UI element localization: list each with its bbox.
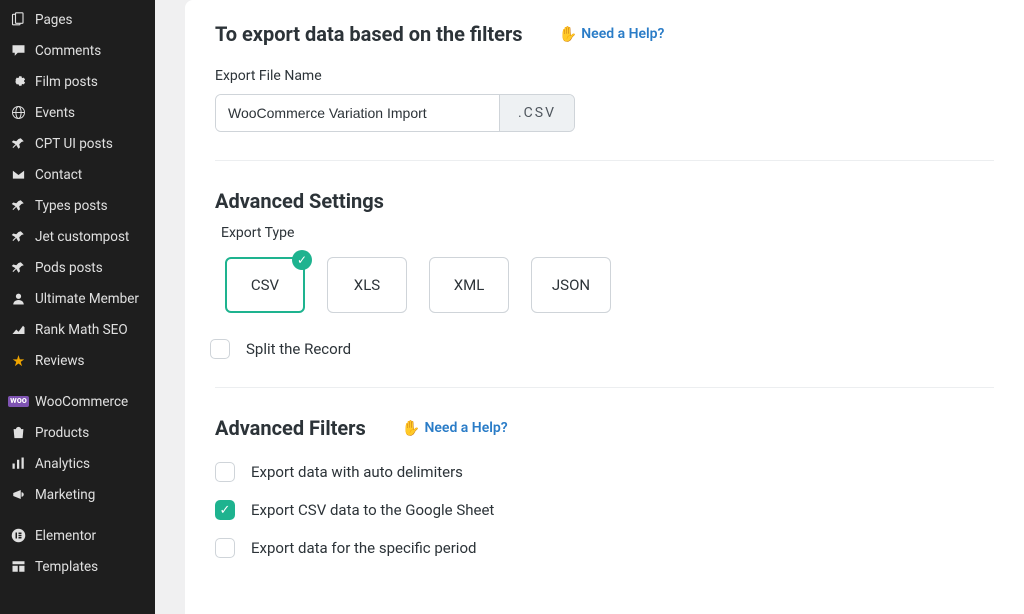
export-type-json[interactable]: JSON xyxy=(531,257,611,313)
help-link[interactable]: ✋ Need a Help? xyxy=(559,25,665,43)
filter-auto-delimiters-row: Export data with auto delimiters xyxy=(215,462,994,482)
sidebar-item-analytics[interactable]: Analytics xyxy=(0,448,155,479)
sidebar-item-label: Contact xyxy=(35,167,82,183)
filter-google-sheet-checkbox[interactable]: ✓ xyxy=(215,500,235,520)
woocommerce-icon: woo xyxy=(10,393,27,410)
pin-icon xyxy=(10,228,27,245)
sidebar-item-templates[interactable]: Templates xyxy=(0,551,155,582)
globe-icon xyxy=(10,104,27,121)
bag-icon xyxy=(10,424,27,441)
export-type-row: CSV ✓ XLS XML JSON xyxy=(225,257,994,313)
sidebar-item-contact[interactable]: Contact xyxy=(0,159,155,190)
pages-icon xyxy=(10,11,27,28)
bars-icon xyxy=(10,455,27,472)
check-icon: ✓ xyxy=(292,250,312,270)
divider xyxy=(215,160,994,161)
sidebar-item-film-posts[interactable]: Film posts xyxy=(0,66,155,97)
advanced-settings-title: Advanced Settings xyxy=(215,189,994,213)
filter-auto-delimiters-checkbox[interactable] xyxy=(215,462,235,482)
help-link-filters[interactable]: ✋ Need a Help? xyxy=(402,419,508,437)
filename-extension: .CSV xyxy=(499,95,574,131)
sidebar-item-label: CPT UI posts xyxy=(35,136,113,152)
filter-label: Export data for the specific period xyxy=(251,539,476,557)
pin-icon xyxy=(10,197,27,214)
advanced-filters-title: Advanced Filters xyxy=(215,416,366,440)
sidebar-item-jet-custompost[interactable]: Jet custompost xyxy=(0,221,155,252)
sidebar-item-label: Marketing xyxy=(35,487,95,503)
pin-icon xyxy=(10,259,27,276)
sidebar-item-types-posts[interactable]: Types posts xyxy=(0,190,155,221)
sidebar-item-cpt-ui[interactable]: CPT UI posts xyxy=(0,128,155,159)
sidebar-item-elementor[interactable]: Elementor xyxy=(0,520,155,551)
filename-input[interactable] xyxy=(216,95,499,131)
sidebar-item-label: Pods posts xyxy=(35,260,103,276)
type-label: JSON xyxy=(552,276,590,294)
megaphone-icon xyxy=(10,486,27,503)
split-record-row: Split the Record xyxy=(210,339,994,359)
elementor-icon xyxy=(10,527,27,544)
user-icon xyxy=(10,290,27,307)
sidebar-item-label: Rank Math SEO xyxy=(35,322,128,338)
export-type-csv[interactable]: CSV ✓ xyxy=(225,257,305,313)
sidebar-item-label: Film posts xyxy=(35,74,98,90)
export-type-label: Export Type xyxy=(221,225,994,241)
gear-icon xyxy=(10,73,27,90)
sidebar-item-comments[interactable]: Comments xyxy=(0,35,155,66)
sidebar-item-products[interactable]: Products xyxy=(0,417,155,448)
help-label: Need a Help? xyxy=(581,26,664,42)
type-label: CSV xyxy=(251,276,279,294)
main-content: To export data based on the filters ✋ Ne… xyxy=(185,0,1024,614)
templates-icon xyxy=(10,558,27,575)
filter-specific-period-row: Export data for the specific period xyxy=(215,538,994,558)
hand-icon: ✋ xyxy=(559,25,578,43)
star-icon: ★ xyxy=(10,352,27,369)
filename-group: .CSV xyxy=(215,94,575,132)
filter-label: Export data with auto delimiters xyxy=(251,463,463,481)
pin-icon xyxy=(10,135,27,152)
divider xyxy=(215,387,994,388)
sidebar-item-label: WooCommerce xyxy=(35,394,128,410)
mail-icon xyxy=(10,166,27,183)
sidebar-item-pages[interactable]: Pages xyxy=(0,4,155,35)
sidebar-item-label: Pages xyxy=(35,12,73,28)
sidebar-item-label: Products xyxy=(35,425,89,441)
export-type-xml[interactable]: XML xyxy=(429,257,509,313)
sidebar-item-label: Elementor xyxy=(35,528,96,544)
sidebar-item-label: Comments xyxy=(35,43,101,59)
sidebar-item-label: Templates xyxy=(35,559,98,575)
sidebar-item-events[interactable]: Events xyxy=(0,97,155,128)
filename-field-label: Export File Name xyxy=(215,68,994,84)
sidebar-item-pods-posts[interactable]: Pods posts xyxy=(0,252,155,283)
type-label: XLS xyxy=(354,276,380,294)
sidebar-item-reviews[interactable]: ★ Reviews xyxy=(0,345,155,376)
sidebar-item-label: Reviews xyxy=(35,353,85,369)
comment-icon xyxy=(10,42,27,59)
sidebar-item-rank-math[interactable]: Rank Math SEO xyxy=(0,314,155,345)
filter-specific-period-checkbox[interactable] xyxy=(215,538,235,558)
sidebar-item-label: Types posts xyxy=(35,198,108,214)
sidebar-item-label: Jet custompost xyxy=(35,229,129,245)
export-type-xls[interactable]: XLS xyxy=(327,257,407,313)
admin-sidebar: Pages Comments Film posts Events CPT UI … xyxy=(0,0,155,614)
filter-google-sheet-row: ✓ Export CSV data to the Google Sheet xyxy=(215,500,994,520)
filter-label: Export CSV data to the Google Sheet xyxy=(251,501,494,519)
split-record-checkbox[interactable] xyxy=(210,339,230,359)
sidebar-item-label: Ultimate Member xyxy=(35,291,139,307)
sidebar-item-marketing[interactable]: Marketing xyxy=(0,479,155,510)
sidebar-item-woocommerce[interactable]: woo WooCommerce xyxy=(0,386,155,417)
split-record-label: Split the Record xyxy=(246,340,351,358)
type-label: XML xyxy=(454,276,485,294)
sidebar-item-ultimate-member[interactable]: Ultimate Member xyxy=(0,283,155,314)
hand-icon: ✋ xyxy=(402,419,421,437)
page-title: To export data based on the filters xyxy=(215,22,523,46)
sidebar-item-label: Analytics xyxy=(35,456,90,472)
help-label: Need a Help? xyxy=(424,420,507,436)
chart-up-icon xyxy=(10,321,27,338)
sidebar-item-label: Events xyxy=(35,105,75,121)
